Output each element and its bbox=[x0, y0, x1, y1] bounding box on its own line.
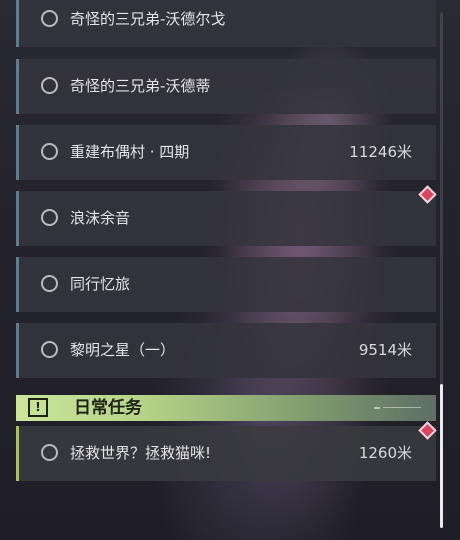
circle-icon bbox=[41, 10, 58, 27]
quest-name: 浪沫余音 bbox=[70, 209, 131, 227]
alert-icon: ! bbox=[28, 398, 48, 417]
quest-name: 黎明之星（一） bbox=[70, 341, 176, 359]
section-decoration bbox=[374, 404, 424, 412]
quest-name: 拯救世界？拯救猫咪! bbox=[70, 444, 212, 462]
quest-distance: 1260米 bbox=[358, 444, 412, 462]
circle-icon bbox=[41, 275, 58, 292]
quest-name: 奇怪的三兄弟-沃德尔戈 bbox=[70, 10, 226, 28]
circle-icon bbox=[41, 209, 58, 226]
circle-icon bbox=[41, 143, 58, 160]
circle-icon bbox=[41, 77, 58, 94]
daily-quest-section-header: ! 日常任务 bbox=[16, 395, 436, 421]
quest-name: 重建布偶村 · 四期 bbox=[70, 143, 190, 161]
daily-quest-row[interactable]: 拯救世界？拯救猫咪! 1260米 bbox=[16, 426, 436, 481]
quest-distance: 11246米 bbox=[349, 143, 412, 161]
quest-row[interactable]: 黎明之星（一） 9514米 bbox=[16, 323, 436, 378]
quest-row[interactable]: 奇怪的三兄弟-沃德蒂 bbox=[16, 59, 436, 114]
quest-name: 奇怪的三兄弟-沃德蒂 bbox=[70, 77, 211, 95]
quest-list: 奇怪的三兄弟-沃德尔戈 奇怪的三兄弟-沃德蒂 重建布偶村 · 四期 11246米… bbox=[0, 0, 460, 540]
quest-row[interactable]: 奇怪的三兄弟-沃德尔戈 bbox=[16, 0, 436, 47]
section-title: 日常任务 bbox=[74, 398, 142, 418]
quest-row[interactable]: 重建布偶村 · 四期 11246米 bbox=[16, 125, 436, 180]
quest-name: 同行忆旅 bbox=[70, 275, 131, 293]
circle-icon bbox=[41, 341, 58, 358]
scrollbar-thumb[interactable] bbox=[440, 384, 443, 528]
section-badge: ! bbox=[16, 395, 58, 421]
quest-row[interactable]: 浪沫余音 bbox=[16, 191, 436, 246]
quest-distance: 9514米 bbox=[358, 341, 412, 359]
circle-icon bbox=[41, 444, 58, 461]
quest-row[interactable]: 同行忆旅 bbox=[16, 257, 436, 312]
